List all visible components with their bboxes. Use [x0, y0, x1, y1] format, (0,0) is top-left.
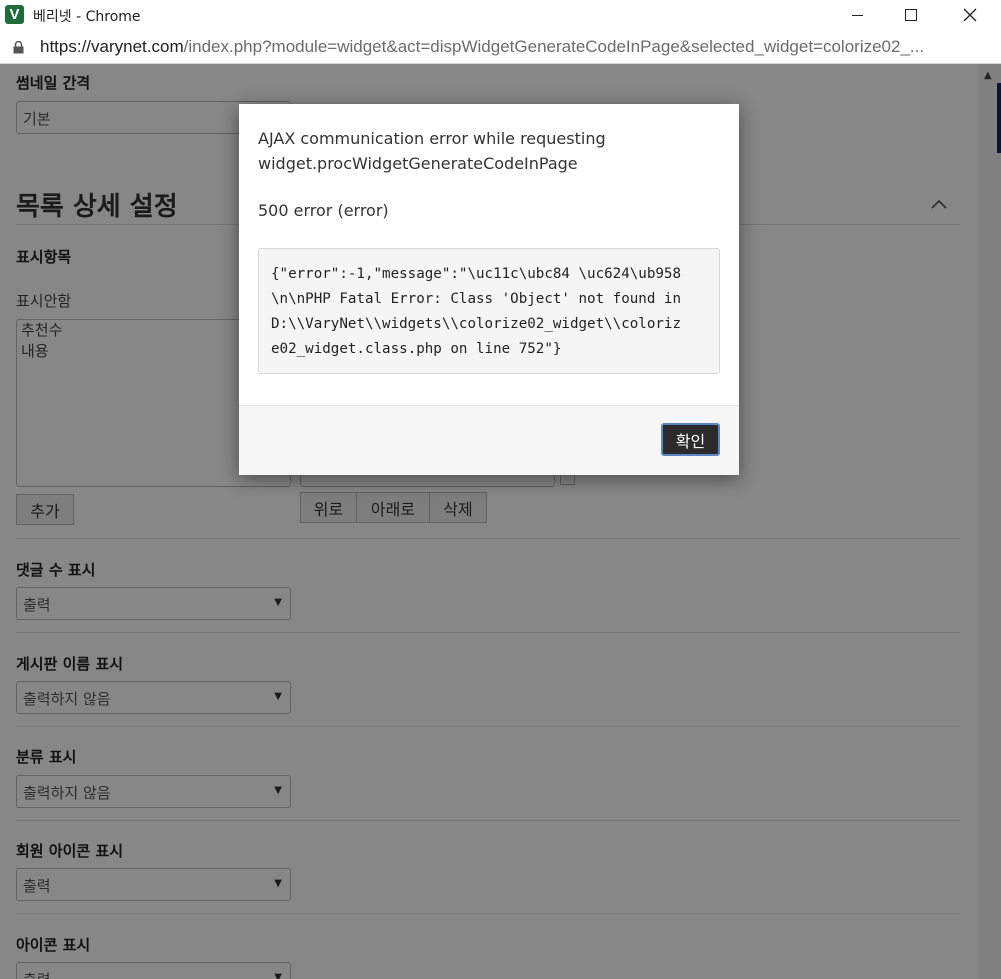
- maximize-button[interactable]: [882, 0, 940, 30]
- ok-button[interactable]: 확인: [661, 423, 720, 456]
- close-button[interactable]: [941, 0, 999, 30]
- window-title: 베리넷 - Chrome: [33, 9, 141, 25]
- close-icon: [963, 8, 977, 22]
- url-text[interactable]: https://varynet.com/index.php?module=wid…: [40, 37, 980, 57]
- minimize-icon: [851, 14, 863, 16]
- maximize-icon: [905, 9, 917, 21]
- error-dialog: AJAX communication error while requestin…: [239, 104, 739, 475]
- error-status: 500 error (error): [258, 201, 389, 220]
- lock-icon: [13, 41, 24, 54]
- error-message: AJAX communication error while requestin…: [258, 129, 606, 173]
- title-bar: V 베리넷 - Chrome: [0, 0, 1001, 30]
- error-details-code: {"error":-1,"message":"\uc11c\ubc84 \uc6…: [258, 248, 720, 374]
- app-logo-icon: V: [5, 5, 24, 24]
- minimize-button[interactable]: [828, 0, 886, 30]
